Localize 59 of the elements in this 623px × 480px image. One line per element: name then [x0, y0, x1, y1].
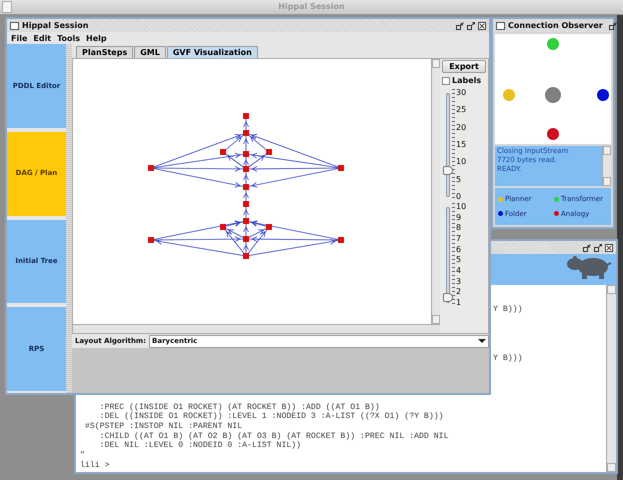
tab[interactable]: PlanSteps [76, 46, 134, 58]
tick-label: 10 [456, 158, 468, 166]
menu-item[interactable]: File [11, 33, 28, 43]
tick-label: 9 [456, 214, 462, 222]
restore-icon[interactable] [608, 22, 617, 30]
scrollbar[interactable] [602, 146, 611, 186]
tick-label: 6 [456, 246, 462, 254]
scrollbar[interactable] [606, 285, 616, 472]
menu-item[interactable]: Help [86, 33, 107, 43]
close-icon[interactable] [478, 22, 486, 30]
tick-label: 2 [456, 288, 462, 296]
maximize-icon[interactable] [594, 244, 602, 252]
window-title: Connection Observer [508, 20, 603, 32]
tick-label: 25 [456, 106, 468, 114]
tick-label: 3 [456, 278, 462, 286]
window-icon [2, 1, 12, 13]
console-line: #S(PSTEP :INSTOP NIL :PARENT NIL [84, 422, 244, 432]
window-title: Hippal Session [278, 1, 345, 13]
slider-track[interactable] [446, 207, 450, 303]
tick-label: 8 [456, 224, 462, 232]
tick-label: 5 [456, 256, 462, 264]
slider-thumb[interactable] [443, 293, 453, 302]
console-line: :CHILD ((AT O1 B) (AT O2 B) (AT O3 B) (AT ROCKET B)) :PREC NIL :ADD NIL [98, 432, 450, 441]
checkbox-label[interactable]: Labels [452, 75, 482, 87]
scrollbar[interactable] [73, 324, 440, 333]
console-line: Y B))) [493, 305, 522, 315]
tick-label: 7 [456, 234, 462, 243]
slider-thumb[interactable] [443, 166, 453, 175]
checkbox[interactable] [442, 77, 450, 85]
window-icon [10, 22, 19, 30]
console-line: :DEL ((INSIDE O1 ROCKET)) :LEVEL 1 :NODEID 3 :A-LIST ((?X O1) (?Y B))) [98, 412, 445, 422]
tick-label: 5 [456, 176, 462, 184]
tick-label: 15 [456, 140, 468, 149]
restore-icon[interactable] [583, 244, 591, 252]
menu-item[interactable]: Tools [57, 33, 80, 43]
console-line: Y B))) [493, 354, 522, 364]
console-line: :PREC ((INSIDE O1 ROCKET) (AT ROCKET B)) :ADD ((AT O1 B)) [98, 402, 381, 412]
tab[interactable]: GVF Visualization [166, 46, 258, 58]
close-icon[interactable] [605, 244, 613, 252]
tick-label: 30 [456, 89, 468, 97]
console-line: :DEL NIL :LEVEL 0 :NODEID 0 :A-LIST NIL)) [98, 441, 302, 451]
tick-label: 4 [456, 266, 462, 275]
tick-label: 10 [456, 203, 468, 211]
tick-label: 0 [456, 192, 462, 201]
hippo-drawing [566, 254, 612, 280]
tab[interactable]: GML [134, 46, 166, 58]
tick-label: 1 [456, 298, 462, 307]
restore-icon[interactable] [456, 22, 464, 30]
window-title: Hippal Session [22, 20, 88, 32]
tick-label: 20 [456, 124, 468, 132]
console-line: " [80, 450, 86, 460]
scrollbar[interactable] [431, 59, 440, 324]
export-button[interactable]: Export [442, 60, 486, 73]
menu-item[interactable]: Edit [33, 33, 52, 43]
caret-icon [478, 339, 486, 343]
slider-track[interactable] [446, 93, 450, 197]
maximize-icon[interactable] [467, 22, 475, 30]
console-prompt[interactable]: lili > [80, 461, 602, 471]
window-icon [496, 22, 505, 30]
